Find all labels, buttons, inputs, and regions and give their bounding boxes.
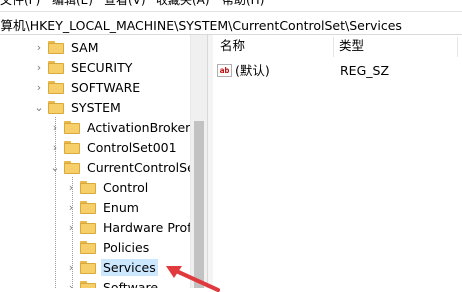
value-row[interactable]: ab (默认) REG_SZ <box>213 61 462 81</box>
chevron-right-icon[interactable]: › <box>65 201 77 214</box>
tree-item-label: CurrentControlSet <box>87 159 200 175</box>
menu-edit[interactable]: 编辑(E) <box>52 0 93 8</box>
tree-item-software-sub[interactable]: › Software <box>65 277 160 288</box>
folder-icon <box>48 80 64 94</box>
tree-item-label: Control <box>103 179 149 195</box>
address-path[interactable]: 计算机\HKEY_LOCAL_MACHINE\SYSTEM\CurrentCon… <box>0 15 402 34</box>
tree-item-security[interactable]: › SECURITY <box>33 57 134 77</box>
tree-item-label: SOFTWARE <box>71 79 141 95</box>
chevron-down-icon[interactable]: ⌄ <box>49 161 61 174</box>
menu-favorites[interactable]: 收藏夹(A) <box>156 0 210 8</box>
string-value-icon: ab <box>217 64 232 77</box>
tree-item-hardware-profiles[interactable]: › Hardware Profil <box>65 217 201 237</box>
chevron-right-icon[interactable]: › <box>65 181 77 194</box>
folder-icon <box>48 40 64 54</box>
tree-item-enum[interactable]: › Enum <box>65 197 141 217</box>
chevron-right-icon[interactable]: › <box>49 141 61 154</box>
chevron-right-icon[interactable]: › <box>65 261 77 274</box>
tree-item-system[interactable]: ⌄ SYSTEM <box>33 97 123 117</box>
column-header-name[interactable]: 名称 <box>220 35 245 57</box>
menu-file[interactable]: 文件(F) <box>0 0 40 8</box>
value-type: REG_SZ <box>340 63 390 78</box>
tree-item-label: Hardware Profil <box>103 219 199 235</box>
folder-icon <box>80 200 96 214</box>
chevron-right-icon[interactable]: › <box>33 81 45 94</box>
folder-icon <box>80 220 96 234</box>
tree-scrollbar[interactable] <box>190 35 207 288</box>
chevron-down-icon[interactable]: ⌄ <box>33 101 45 114</box>
column-header-type[interactable]: 类型 <box>339 35 364 57</box>
tree-item-label: ActivationBroker <box>87 119 191 135</box>
address-bar[interactable]: 计算机\HKEY_LOCAL_MACHINE\SYSTEM\CurrentCon… <box>0 11 462 35</box>
tree-item-activationbroker[interactable]: › ActivationBroker <box>49 117 192 137</box>
tree-item-control[interactable]: › Control <box>65 177 150 197</box>
column-separator[interactable] <box>457 37 458 57</box>
chevron-right-icon[interactable]: › <box>65 221 77 234</box>
value-name: (默认) <box>235 63 270 78</box>
tree-item-label: Software <box>103 279 159 289</box>
column-separator[interactable] <box>333 37 334 57</box>
registry-tree[interactable]: › SAM › SECURITY › SOFTWARE ⌄ SYSTEM › A… <box>0 35 206 288</box>
tree-item-policies[interactable]: Policies <box>65 237 151 257</box>
tree-item-controlset001[interactable]: › ControlSet001 <box>49 137 179 157</box>
chevron-right-icon[interactable]: › <box>49 121 61 134</box>
menu-view[interactable]: 查看(V) <box>104 0 146 8</box>
tree-item-label: Services <box>101 258 158 276</box>
tree-item-label: Enum <box>103 199 139 215</box>
folder-icon <box>80 180 96 194</box>
folder-icon <box>48 100 64 114</box>
folder-icon <box>80 260 96 274</box>
chevron-right-icon[interactable]: › <box>33 41 45 54</box>
tree-item-label: SECURITY <box>71 59 133 75</box>
tree-item-currentcontrolset[interactable]: ⌄ CurrentControlSet <box>49 157 202 177</box>
tree-item-label: ControlSet001 <box>87 139 177 155</box>
folder-icon <box>64 140 80 154</box>
folder-icon <box>64 160 80 174</box>
chevron-right-icon[interactable]: › <box>65 281 77 289</box>
menu-bar: 文件(F) 编辑(E) 查看(V) 收藏夹(A) 帮助(H) <box>0 0 462 8</box>
values-pane[interactable]: 名称 类型 ab (默认) REG_SZ <box>213 35 462 288</box>
tree-item-label: Policies <box>103 239 150 255</box>
folder-icon <box>64 120 80 134</box>
folder-icon <box>80 240 96 254</box>
menu-help[interactable]: 帮助(H) <box>222 0 264 8</box>
folder-icon <box>48 60 64 74</box>
tree-item-label: SAM <box>71 39 99 55</box>
tree-item-sam[interactable]: › SAM <box>33 37 101 57</box>
chevron-right-icon[interactable]: › <box>33 61 45 74</box>
tree-item-label: SYSTEM <box>71 99 121 115</box>
folder-icon <box>80 280 96 288</box>
tree-item-services[interactable]: › Services <box>65 257 158 277</box>
tree-item-software[interactable]: › SOFTWARE <box>33 77 142 97</box>
